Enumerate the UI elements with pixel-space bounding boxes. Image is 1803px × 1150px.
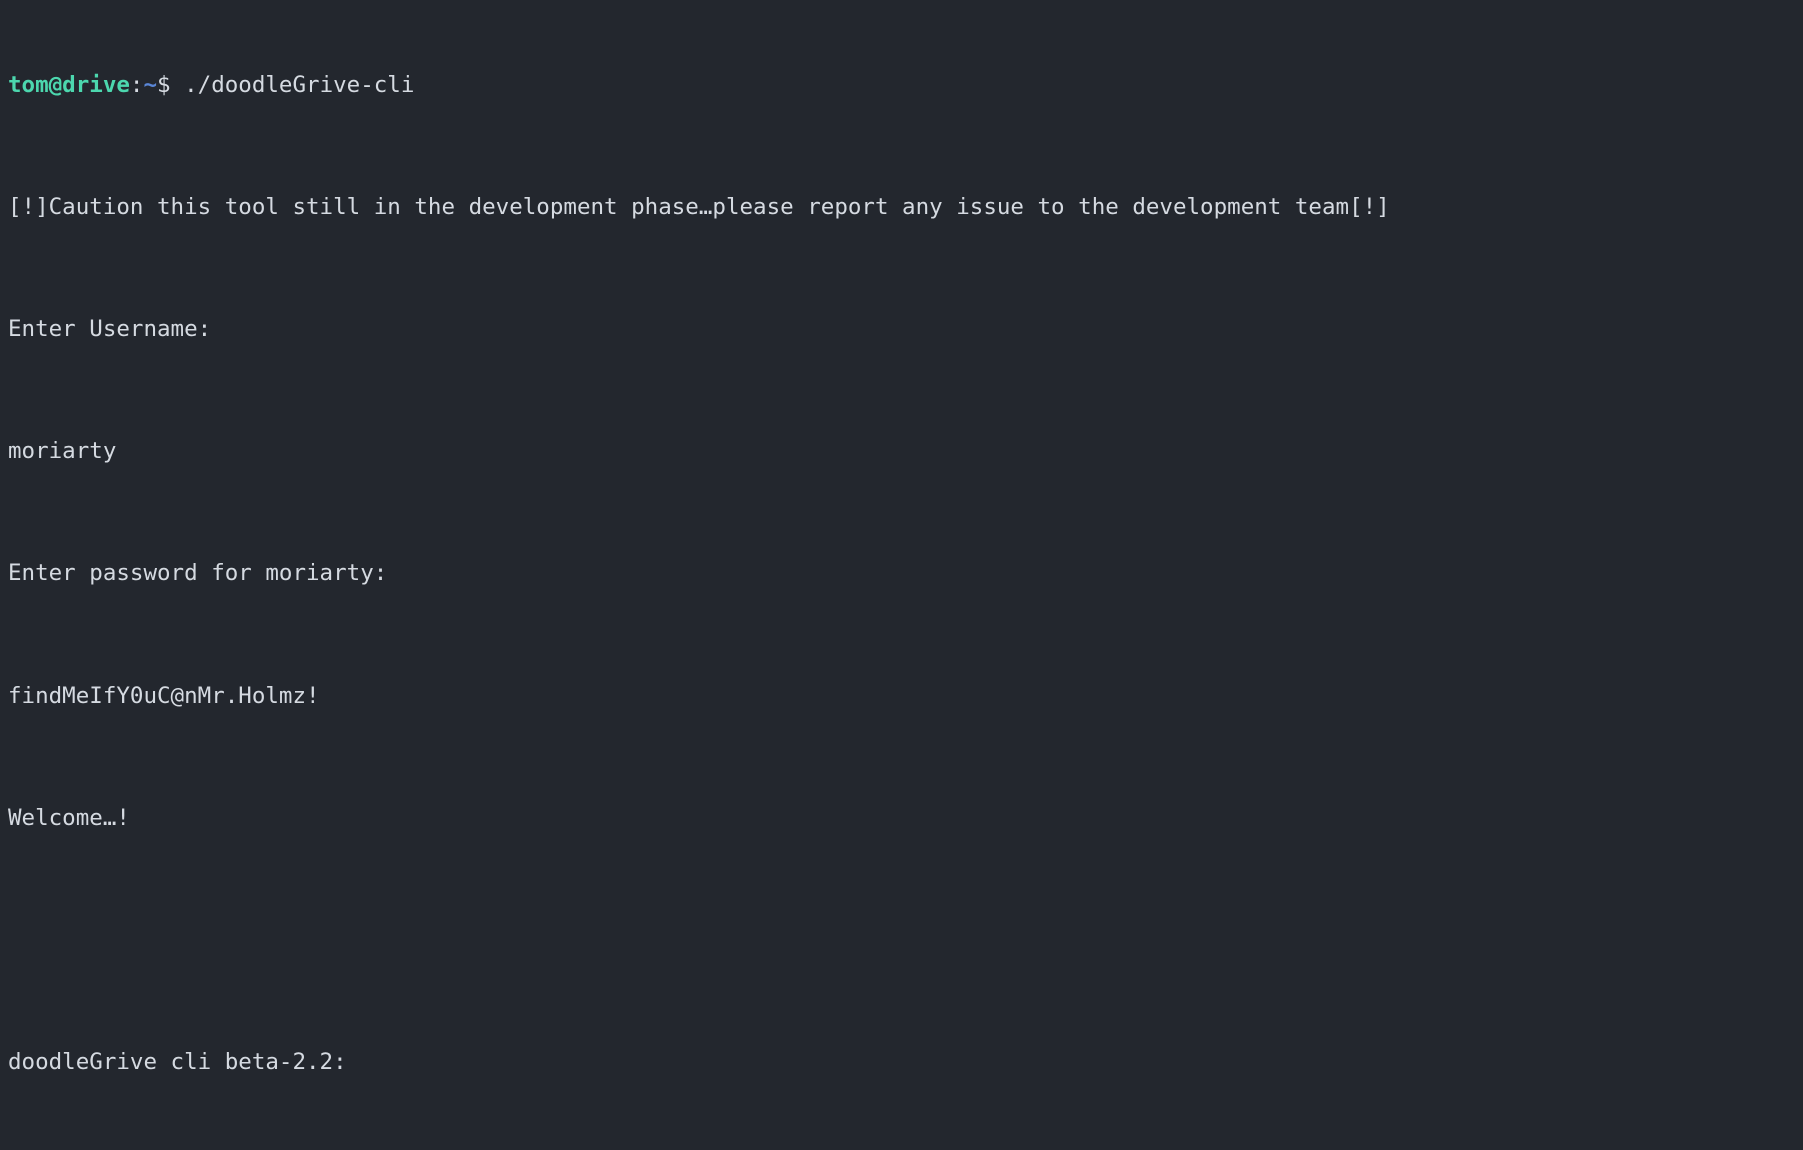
prompt-sigil: $ [157,71,171,98]
prompt-path: ~ [143,71,158,98]
caution-message: [!]Caution this tool still in the develo… [8,193,1390,220]
terminal-output: tom@drive:~$ ./doodleGrive-cli [!]Cautio… [0,0,1803,1150]
prompt-separator: : [129,71,144,98]
prompt-user-host: tom@drive [8,71,130,98]
password-input-value[interactable]: findMeIfY0uC@nMr.Holmz! [8,681,1803,712]
enter-password-prompt: Enter password for moriarty: [8,560,388,587]
command-text: ./doodleGrive-cli [170,71,415,98]
menu-header: doodleGrive cli beta-2.2: [8,1049,347,1076]
terminal-window[interactable]: tom@drive:~$ ./doodleGrive-cli [!]Cautio… [0,0,1803,1075]
shell-prompt-line: tom@drive:~$ ./doodleGrive-cli [8,70,1803,101]
username-input-value[interactable]: moriarty [8,436,1803,467]
welcome-message: Welcome…! [8,804,130,831]
enter-username-prompt: Enter Username: [8,316,212,343]
